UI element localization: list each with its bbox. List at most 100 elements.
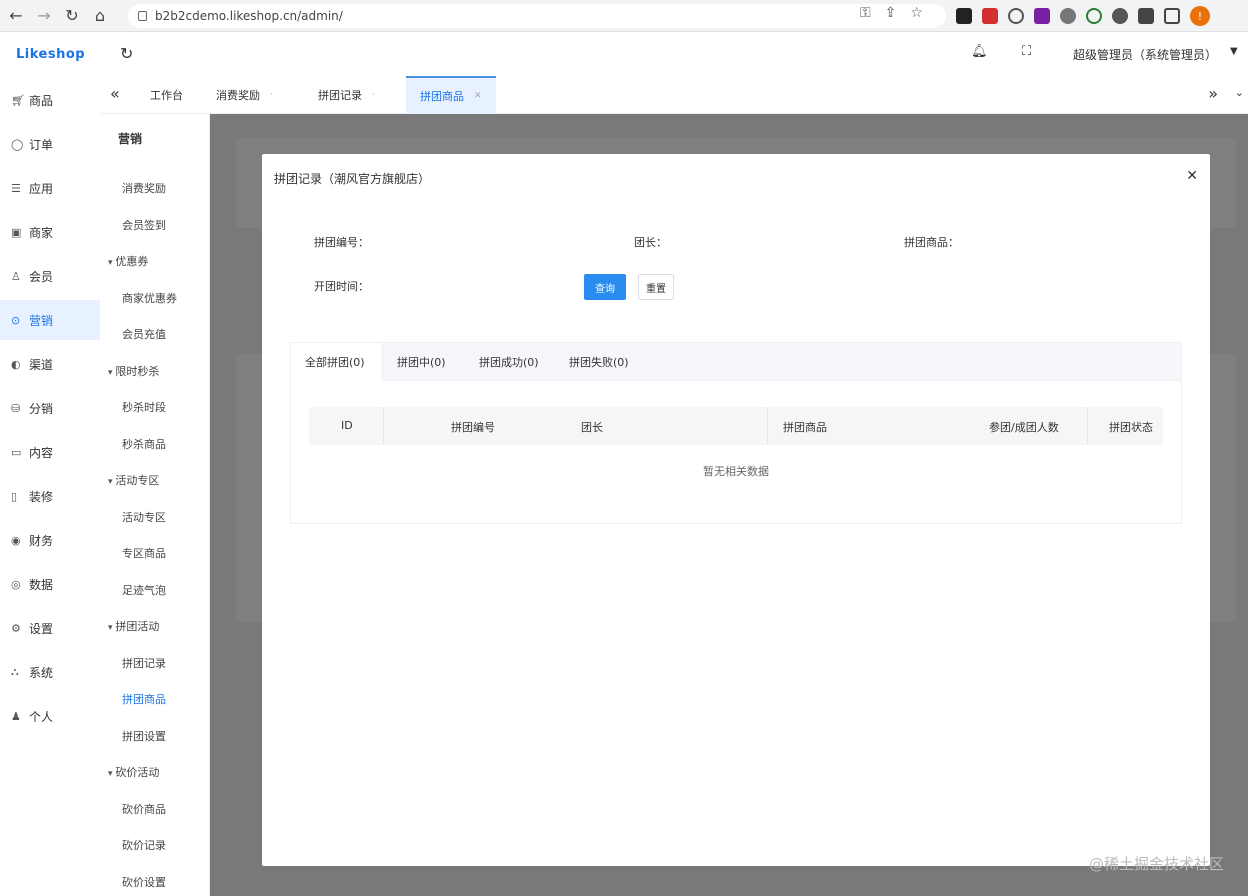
sidebar-item[interactable]: ◐ 渠道: [0, 344, 100, 384]
tab-label: 工作台: [150, 89, 183, 102]
home-icon[interactable]: ⌂: [88, 4, 112, 28]
extension-icon[interactable]: [1112, 8, 1128, 24]
goods-input[interactable]: [978, 229, 1178, 253]
sidebar-item-label: 设置: [29, 621, 54, 636]
submenu-item[interactable]: 秒杀商品: [122, 436, 166, 452]
tab-close-icon[interactable]: ·: [270, 90, 273, 100]
share-icon[interactable]: ⇪: [885, 5, 897, 21]
tab-success[interactable]: 拼团成功(0): [479, 343, 539, 381]
tab-failed[interactable]: 拼团失败(0): [569, 343, 629, 381]
sidebar-item[interactable]: ⊙ 营销: [0, 300, 100, 340]
reset-button[interactable]: 重置: [638, 274, 674, 300]
submenu-item[interactable]: 专区商品: [122, 545, 166, 561]
sidebar-item[interactable]: ♙ 会员: [0, 256, 100, 296]
sidepanel-icon[interactable]: [1164, 8, 1180, 24]
profile-avatar[interactable]: !: [1190, 6, 1210, 26]
time-label: 开团时间：: [314, 280, 369, 293]
sidebar-item[interactable]: ⛁ 分销: [0, 388, 100, 428]
extension-icon[interactable]: [982, 8, 998, 24]
column-header: 拼团编号: [451, 421, 495, 434]
submenu-item[interactable]: 拼团商品: [122, 691, 166, 707]
submenu-item[interactable]: 秒杀时段: [122, 399, 166, 415]
fullscreen-icon[interactable]: ⛶: [1022, 44, 1031, 59]
sidebar-item[interactable]: ⛬ 系统: [0, 652, 100, 692]
sidebar-item[interactable]: ◉ 财务: [0, 520, 100, 560]
extension-icon[interactable]: [956, 8, 972, 24]
secondary-sidebar: 营销 消费奖励会员签到优惠券商家优惠券会员充值限时秒杀秒杀时段秒杀商品活动专区活…: [100, 114, 210, 896]
bell-icon[interactable]: 🔔︎: [971, 44, 988, 59]
caret-down-icon[interactable]: ▼: [1230, 46, 1238, 57]
sidebar-item-label: 数据: [29, 577, 54, 592]
tab-3[interactable]: 拼团商品 ✕: [406, 76, 496, 114]
leader-label: 团长：: [634, 236, 667, 249]
address-bar[interactable]: b2b2cdemo.likeshop.cn/admin/: [128, 4, 946, 28]
sidebar-item[interactable]: ▭ 内容: [0, 432, 100, 472]
team-no-label: 拼团编号：: [314, 236, 369, 249]
puzzle-icon[interactable]: [1138, 8, 1154, 24]
sidebar-item[interactable]: 🛒︎ 商品: [0, 80, 100, 120]
sidebar-item-label: 系统: [29, 665, 54, 680]
tab-close-icon[interactable]: ✕: [474, 91, 482, 101]
data-icon: ◎: [11, 577, 21, 591]
tab-menu-caret-icon[interactable]: ⌄: [1235, 86, 1244, 99]
extension-icon[interactable]: [1086, 8, 1102, 24]
sidebar-item-label: 营销: [29, 313, 54, 328]
submenu-item[interactable]: 砍价商品: [122, 801, 166, 817]
tab-2[interactable]: 拼团记录 ·: [318, 76, 375, 114]
refresh-icon[interactable]: ↻: [120, 44, 133, 63]
cart-icon: 🛒︎: [11, 93, 25, 107]
collapse-icon[interactable]: «: [110, 84, 120, 103]
extension-icon[interactable]: [1008, 8, 1024, 24]
forward-icon[interactable]: →: [32, 4, 56, 28]
submenu-group[interactable]: 限时秒杀: [108, 363, 159, 379]
time-range-picker[interactable]: [394, 273, 584, 297]
team-no-input[interactable]: [394, 229, 594, 253]
extension-icon[interactable]: [1060, 8, 1076, 24]
submenu-item[interactable]: 消费奖励: [122, 180, 166, 196]
decor-icon: ▯: [11, 489, 18, 503]
back-icon[interactable]: ←: [4, 4, 28, 28]
tab-close-icon[interactable]: ·: [372, 90, 375, 100]
sidebar-item-label: 应用: [29, 181, 54, 196]
tab-scroll-right-icon[interactable]: »: [1208, 84, 1218, 103]
leader-input[interactable]: [686, 229, 886, 253]
tab-0[interactable]: 工作台: [150, 76, 183, 114]
sidebar-item[interactable]: ◯ 订单: [0, 124, 100, 164]
tab-label: 拼团记录: [318, 89, 362, 102]
submenu-item[interactable]: 砍价记录: [122, 837, 166, 853]
submenu-group[interactable]: 优惠券: [108, 253, 148, 269]
sidebar-item[interactable]: ⚙ 设置: [0, 608, 100, 648]
tab-label: 消费奖励: [216, 89, 260, 102]
tab-bar: « 工作台 消费奖励 · 拼团记录 · 拼团商品 ✕ » ⌄: [100, 76, 1248, 114]
close-icon[interactable]: ✕: [1186, 168, 1198, 184]
key-icon[interactable]: ⚿: [860, 5, 871, 21]
sidebar-item-label: 内容: [29, 445, 54, 460]
tab-in-progress[interactable]: 拼团中(0): [397, 343, 446, 381]
sidebar-item-label: 分销: [29, 401, 54, 416]
submenu-group[interactable]: 活动专区: [108, 472, 159, 488]
submenu-item[interactable]: 拼团记录: [122, 655, 166, 671]
extension-icon[interactable]: [1034, 8, 1050, 24]
admin-user[interactable]: 超级管理员（系统管理员）: [1073, 46, 1217, 63]
submenu-item[interactable]: 足迹气泡: [122, 582, 166, 598]
submenu-item[interactable]: 会员签到: [122, 217, 166, 233]
submenu-group[interactable]: 拼团活动: [108, 618, 159, 634]
submenu-item[interactable]: 会员充值: [122, 326, 166, 342]
modal-title: 拼团记录（潮风官方旗舰店）: [274, 172, 431, 186]
reload-icon[interactable]: ↻: [60, 4, 84, 28]
sidebar-item[interactable]: ▣ 商家: [0, 212, 100, 252]
submenu-item[interactable]: 拼团设置: [122, 728, 166, 744]
sidebar-item[interactable]: ▯ 装修: [0, 476, 100, 516]
tab-all[interactable]: 全部拼团(0): [291, 343, 383, 381]
submenu-item[interactable]: 活动专区: [122, 509, 166, 525]
watermark: @稀土掘金技术社区: [1088, 855, 1224, 873]
submenu-group[interactable]: 砍价活动: [108, 764, 159, 780]
star-icon[interactable]: ☆: [910, 5, 923, 21]
sidebar-item[interactable]: ☰ 应用: [0, 168, 100, 208]
tab-1[interactable]: 消费奖励 ·: [216, 76, 273, 114]
submenu-item[interactable]: 商家优惠券: [122, 290, 177, 306]
submenu-item[interactable]: 砍价设置: [122, 874, 166, 890]
search-button[interactable]: 查询: [584, 274, 626, 300]
sidebar-item[interactable]: ♟ 个人: [0, 696, 100, 736]
sidebar-item[interactable]: ◎ 数据: [0, 564, 100, 604]
